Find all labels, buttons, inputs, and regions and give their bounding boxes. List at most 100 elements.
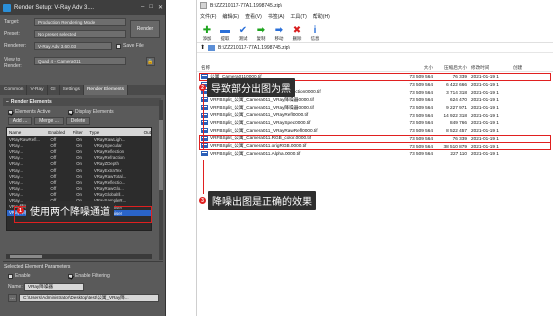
- table-row[interactable]: VRay... Off On VRayGlobalIll...: [7, 192, 151, 198]
- file-size: 73 509 564: [409, 120, 433, 126]
- view-to-render-label: View to Render:: [4, 57, 22, 69]
- address-bar: ⬆ B:\ZZ210117-77A1.1998745.zip\: [197, 43, 553, 53]
- cell-name: VRay...: [9, 167, 24, 173]
- toolbar-button[interactable]: ✔ 测试: [236, 25, 250, 42]
- column-output[interactable]: Out: [144, 130, 151, 135]
- enable-checkbox[interactable]: [8, 273, 13, 279]
- menu-tools[interactable]: 工具(T): [290, 13, 306, 20]
- scrollbar-thumb[interactable]: [159, 120, 163, 190]
- menu-help[interactable]: 帮助(H): [313, 13, 330, 20]
- file-name-cell: VRFBSplit_公寓_Camera011_VRay降噪器0000.tif: [197, 97, 403, 103]
- panel-vertical-scrollbar[interactable]: [159, 100, 163, 260]
- table-row[interactable]: VRay... Off On VRayZDepth: [7, 161, 151, 167]
- table-header: Name Enabled Filter Type Out: [7, 128, 151, 136]
- toolbar-button[interactable]: i 信息: [308, 25, 322, 42]
- column-filter[interactable]: Filter: [73, 130, 90, 135]
- close-icon[interactable]: ✕: [158, 4, 163, 11]
- elements-active-toggle[interactable]: Elements Active: [8, 109, 51, 115]
- tab-common[interactable]: Common: [1, 85, 28, 95]
- toolbar-icon: ➡: [256, 25, 266, 36]
- address-path[interactable]: B:\ZZ210117-77A1.1998745.zip\: [218, 45, 290, 51]
- toolbar-button[interactable]: ➡ 复制: [254, 25, 268, 42]
- file-name: VRFBSplit_公寓_Camera011_VRayRawRefl0000.t…: [210, 127, 318, 133]
- file-size: 73 509 564: [409, 89, 433, 95]
- table-row[interactable]: VRay... Off On VRayReflectio...: [7, 179, 151, 185]
- table-row[interactable]: VRay... Off On VRaySpecular: [7, 142, 151, 148]
- table-row[interactable]: VRay... Off On VRayExtraTex: [7, 167, 151, 173]
- callout-1-text: 使用两个降噪通道: [26, 201, 114, 220]
- renderer-dropdown[interactable]: V-Ray Adv 3.60.03: [34, 42, 112, 50]
- column-packed-size[interactable]: 压缩后大小: [433, 65, 467, 71]
- toolbar-button[interactable]: ➡ 移动: [272, 25, 286, 42]
- render-elements-rollout-header[interactable]: − Render Elements: [3, 98, 161, 106]
- column-type[interactable]: Type: [89, 130, 143, 135]
- file-row[interactable]: VRFBSplit_公寓_Camera011_VRayRefl0000.tif 7…: [197, 111, 553, 119]
- table-row[interactable]: VRayRawRefl... Off On VRayRawLigh...: [7, 136, 151, 142]
- table-row[interactable]: VRay... Off On VRayReflection: [7, 148, 151, 154]
- up-folder-icon[interactable]: ⬆: [200, 44, 205, 51]
- file-row[interactable]: VRFBSplit_公寓_Camera011.Alpha.0000.tif 73 …: [197, 150, 553, 158]
- menu-file[interactable]: 文件(F): [200, 13, 216, 20]
- output-path-input[interactable]: C:\Users\Administrator\Desktop\test\公寓_V…: [19, 294, 159, 302]
- column-filename[interactable]: 名称: [197, 65, 403, 71]
- toolbar-icon: ✔: [238, 25, 248, 36]
- column-created[interactable]: 创建: [511, 65, 541, 71]
- view-to-render-dropdown[interactable]: Quad 4 - Camera011: [34, 57, 126, 65]
- file-row[interactable]: VRFBSplit_公寓_Camera011_VRayRawRefl0000.t…: [197, 127, 553, 135]
- target-dropdown[interactable]: Production Rendering Mode: [34, 18, 126, 26]
- display-elements-checkbox[interactable]: [68, 109, 73, 115]
- cell-type: VRayRawTotal...: [93, 173, 127, 179]
- delete-element-button[interactable]: Delete: [66, 117, 90, 125]
- cell-filter: On: [76, 148, 82, 154]
- save-file-checkbox[interactable]: [116, 43, 121, 49]
- toolbar-button[interactable]: ✖ 删除: [290, 25, 304, 42]
- render-setup-tabs: Common V-Ray GI Settings Render Elements: [0, 85, 165, 95]
- render-button[interactable]: Render: [130, 20, 160, 38]
- element-name-input[interactable]: VRay降噪器: [24, 283, 84, 291]
- folder-icon: [208, 44, 216, 51]
- minimize-icon[interactable]: –: [141, 4, 144, 11]
- display-elements-toggle[interactable]: Display Elements: [68, 109, 114, 115]
- column-size[interactable]: 大小: [403, 65, 433, 71]
- enable-filtering-toggle[interactable]: Enable Filtering: [68, 273, 110, 279]
- menu-edit[interactable]: 编辑(E): [222, 13, 239, 20]
- preset-dropdown[interactable]: No preset selected: [34, 30, 126, 38]
- tab-render-elements[interactable]: Render Elements: [83, 85, 129, 95]
- file-name: VRFBSplit_公寓_Camera011_VRayRefl0000.tif: [210, 112, 309, 118]
- toolbar: ✚ 添加 ▬ 提取 ✔ 测试 ➡ 复制 ➡ 移动 ✖ 删除 i 信息: [197, 21, 553, 43]
- table-row[interactable]: VRay... Off On VRayRawGlo...: [7, 186, 151, 192]
- scrollbar-thumb[interactable]: [10, 255, 42, 258]
- add-element-button[interactable]: Add ...: [8, 117, 32, 125]
- column-name[interactable]: Name: [7, 130, 48, 135]
- file-manager-titlebar: B:\ZZ210117-77A1.1998745.zip\: [197, 0, 553, 11]
- browse-path-button[interactable]: …: [8, 294, 17, 302]
- tab-gi[interactable]: GI: [48, 85, 60, 95]
- table-row[interactable]: VRay... Off On VRayRawTotal...: [7, 173, 151, 179]
- file-name: VRFBSplit_公寓_Camera011_VRay降噪器0000.tif: [210, 96, 314, 102]
- file-name: VRFBSplit_公寓_Camera011_VRay降噪器0000.tif: [210, 104, 314, 110]
- cell-name: VRay...: [9, 161, 24, 167]
- file-row[interactable]: VRFBSplit_公寓_Camera011_VRay降噪器0000.tif 73…: [197, 104, 553, 112]
- save-file-toggle[interactable]: Save File: [116, 43, 144, 49]
- file-modified: 2021-01-19 1: [471, 105, 499, 111]
- column-modified[interactable]: 修改时间: [467, 65, 511, 71]
- elements-active-checkbox[interactable]: [8, 109, 13, 115]
- maximize-icon[interactable]: □: [149, 4, 153, 11]
- enable-filtering-checkbox[interactable]: [68, 273, 73, 279]
- column-enabled[interactable]: Enabled: [48, 130, 72, 135]
- table-horizontal-scrollbar[interactable]: [6, 254, 152, 259]
- menu-view[interactable]: 查看(V): [245, 13, 262, 20]
- tab-vray[interactable]: V-Ray: [27, 85, 48, 95]
- file-packed-size: 624 470: [450, 97, 467, 103]
- toolbar-button[interactable]: ✚ 添加: [200, 25, 214, 42]
- file-row[interactable]: VRFBSplit_公寓_Camera011_VRaySpec0000.tif 7…: [197, 119, 553, 127]
- menu-bookmarks[interactable]: 书签(A): [268, 13, 285, 20]
- enable-toggle[interactable]: Enable: [8, 273, 31, 279]
- file-row[interactable]: VRFBSplit_公寓_Camera011_VRay降噪器0000.tif 73…: [197, 96, 553, 104]
- lock-view-icon[interactable]: 🔒: [146, 57, 155, 66]
- toolbar-button[interactable]: ▬ 提取: [218, 25, 232, 42]
- table-row[interactable]: VRay... Off On VRayRefraction: [7, 155, 151, 161]
- archive-icon: [200, 2, 207, 9]
- merge-element-button[interactable]: Merge ...: [34, 117, 64, 125]
- tab-settings[interactable]: Settings: [60, 85, 84, 95]
